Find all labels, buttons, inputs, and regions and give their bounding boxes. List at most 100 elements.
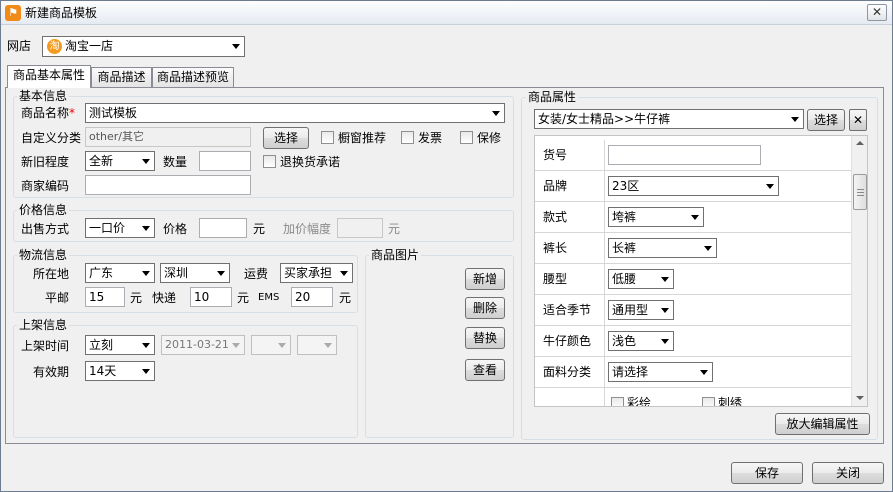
add-image-button[interactable]: 新增: [465, 268, 505, 290]
option-painted-checkbox[interactable]: [611, 397, 624, 406]
product-name-select[interactable]: 测试模板: [85, 103, 505, 123]
option-embroidery-label: 刺绣: [718, 396, 743, 407]
ems-unit: 元: [339, 291, 352, 305]
shop-label: 网店: [7, 39, 32, 53]
attr-row-fabric: 面料分类 请选择: [535, 357, 853, 388]
logistics-title: 物流信息: [17, 248, 70, 262]
shop-select[interactable]: 淘 淘宝一店: [42, 36, 245, 57]
chevron-down-icon: [142, 343, 150, 348]
return-promise-checkbox[interactable]: [263, 155, 276, 168]
option-embroidery-checkbox[interactable]: [702, 397, 715, 406]
brand-select[interactable]: 23区: [608, 176, 779, 196]
app-icon: ⚑: [5, 5, 21, 21]
validity-select[interactable]: 14天: [85, 361, 155, 381]
chevron-down-icon: [232, 343, 240, 348]
season-select[interactable]: 通用型: [608, 300, 674, 320]
custom-category-label: 自定义分类: [21, 131, 82, 145]
chevron-down-icon: [704, 246, 712, 251]
attr-row-length: 裤长 长裤: [535, 233, 853, 264]
listing-hour-select: [251, 335, 291, 355]
price-label: 价格: [163, 222, 188, 236]
express-fee-input[interactable]: 10: [190, 287, 232, 307]
close-icon: ✕: [871, 5, 883, 19]
tab-description[interactable]: 商品描述: [91, 67, 152, 87]
chevron-down-icon: [324, 343, 332, 348]
attributes-scrollbar[interactable]: [851, 136, 867, 406]
length-select[interactable]: 长裤: [608, 238, 717, 258]
validity-label: 有效期: [33, 365, 70, 379]
taobao-icon: 淘: [47, 39, 62, 54]
freight-select[interactable]: 买家承担: [280, 263, 353, 283]
listing-minute-select: [297, 335, 337, 355]
express-unit: 元: [237, 291, 250, 305]
enlarge-attributes-button[interactable]: 放大编辑属性: [775, 413, 870, 435]
chevron-down-icon: [217, 271, 225, 276]
sale-method-select[interactable]: 一口价: [85, 218, 155, 238]
clear-category-button[interactable]: ✕: [849, 109, 867, 131]
city-select[interactable]: 深圳: [160, 263, 230, 283]
freight-label: 运费: [244, 267, 269, 281]
showcase-checkbox[interactable]: [321, 131, 334, 144]
scroll-up-icon[interactable]: [852, 136, 868, 152]
attr-row-waist: 腰型 低腰: [535, 264, 853, 295]
province-select[interactable]: 广东: [85, 263, 155, 283]
delete-image-button[interactable]: 删除: [465, 297, 505, 319]
increment-label: 加价幅度: [283, 222, 332, 236]
ems-label: EMS: [258, 292, 280, 303]
price-info-title: 价格信息: [17, 203, 70, 217]
shop-value: 淘宝一店: [65, 39, 114, 53]
waist-select[interactable]: 低腰: [608, 269, 674, 289]
chevron-down-icon: [142, 271, 150, 276]
mail-fee-input[interactable]: 15: [85, 287, 125, 307]
tab-basic-properties[interactable]: 商品基本属性: [7, 65, 91, 88]
merchant-code-label: 商家编码: [21, 179, 70, 193]
view-image-button[interactable]: 查看: [465, 359, 505, 381]
chevron-down-icon: [232, 44, 240, 49]
express-label: 快递: [152, 291, 177, 305]
custom-category-field: other/其它: [85, 127, 251, 147]
listing-time-label: 上架时间: [21, 339, 70, 353]
chevron-down-icon: [492, 111, 500, 116]
ems-fee-input[interactable]: 20: [291, 287, 333, 307]
scroll-thumb[interactable]: [853, 174, 867, 210]
style-select[interactable]: 垮裤: [608, 207, 704, 227]
product-name-label: 商品名称*: [21, 106, 76, 120]
dialog-window: ⚑ 新建商品模板 ✕ 网店 淘 淘宝一店 商品基本属性 商品描述 商品描述预览 …: [0, 0, 893, 492]
choose-attribute-category-button[interactable]: 选择: [807, 109, 845, 131]
chevron-down-icon: [142, 226, 150, 231]
close-icon: ✕: [852, 113, 864, 127]
chevron-down-icon: [661, 339, 669, 344]
increment-input: [337, 218, 383, 238]
save-button[interactable]: 保存: [731, 462, 803, 484]
price-input[interactable]: [199, 218, 247, 238]
merchant-code-input[interactable]: [85, 175, 251, 195]
warranty-checkbox[interactable]: [460, 131, 473, 144]
close-button[interactable]: 关闭: [812, 462, 884, 484]
quantity-input[interactable]: [199, 151, 251, 171]
title-bar: ⚑ 新建商品模板 ✕: [1, 1, 892, 25]
chevron-down-icon: [700, 370, 708, 375]
scroll-down-icon[interactable]: [852, 390, 868, 406]
attribute-category-select[interactable]: 女装/女士精品>>牛仔裤: [534, 109, 804, 129]
chevron-down-icon: [142, 369, 150, 374]
listing-date-select: 2011-03-21: [161, 335, 245, 355]
choose-category-button[interactable]: 选择: [263, 127, 309, 149]
item-number-input[interactable]: [608, 145, 761, 165]
tab-description-preview[interactable]: 商品描述预览: [152, 67, 234, 87]
condition-select[interactable]: 全新: [85, 151, 155, 171]
attr-row-options: 彩绘 刺绣: [535, 388, 853, 407]
option-painted-label: 彩绘: [627, 396, 652, 407]
fabric-select[interactable]: 请选择: [608, 362, 713, 382]
attr-row-season: 适合季节 通用型: [535, 295, 853, 326]
location-label: 所在地: [33, 267, 70, 281]
listing-time-select[interactable]: 立刻: [85, 335, 155, 355]
attr-row-style: 款式 垮裤: [535, 202, 853, 233]
condition-label: 新旧程度: [21, 155, 70, 169]
basic-info-title: 基本信息: [17, 89, 70, 103]
chevron-down-icon: [278, 343, 286, 348]
invoice-checkbox[interactable]: [401, 131, 414, 144]
replace-image-button[interactable]: 替换: [465, 327, 505, 349]
close-window-button[interactable]: ✕: [867, 4, 887, 21]
color-select[interactable]: 浅色: [608, 331, 674, 351]
chevron-down-icon: [340, 271, 348, 276]
